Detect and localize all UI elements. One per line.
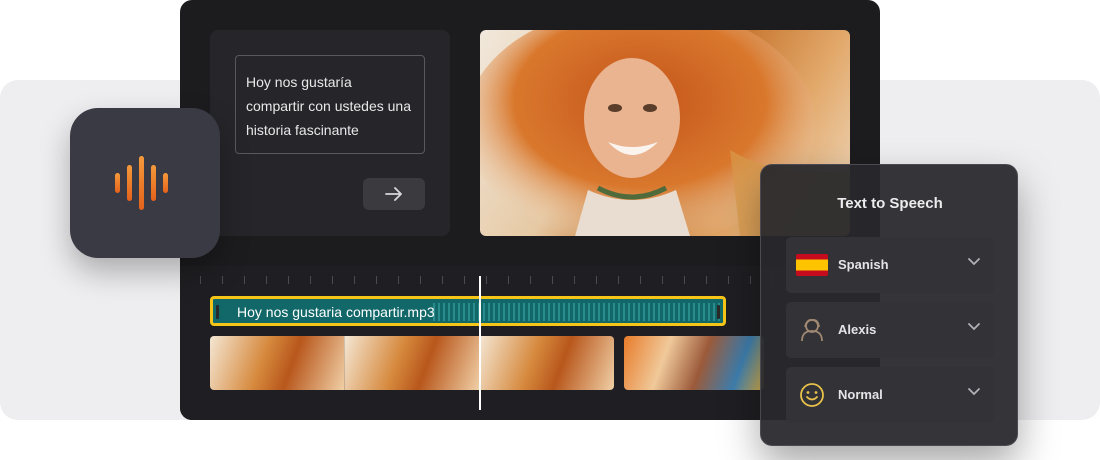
language-value: Spanish [838,257,889,272]
video-clip-2[interactable] [624,336,764,390]
audio-waveform [433,303,723,321]
text-to-speech-panel: Text to Speech Spanish Alexis Normal [760,164,1018,446]
sound-wave-icon [115,156,168,210]
audio-clip-right-handle[interactable] [717,305,720,319]
hero-stage: Hoy nos gustaría compartir con ustedes u… [0,0,1100,460]
language-select[interactable]: Spanish [786,237,994,293]
next-button[interactable] [363,178,425,210]
video-thumbnail [624,336,764,390]
panel-title: Text to Speech [837,195,943,212]
voice-select[interactable]: Alexis [786,302,994,358]
app-logo [70,108,220,258]
style-value: Normal [838,387,883,402]
script-text-input[interactable]: Hoy nos gustaría compartir con ustedes u… [235,55,425,154]
spain-flag-icon [796,251,828,279]
audio-clip-left-handle[interactable] [216,305,219,319]
video-clip-1[interactable] [210,336,614,390]
audio-clip-label: Hoy nos gustaria compartir.mp3 [237,304,435,320]
chevron-down-icon [968,323,980,331]
script-card: Hoy nos gustaría compartir con ustedes u… [210,30,450,236]
chevron-down-icon [968,258,980,266]
arrow-right-icon [385,187,402,201]
audio-clip[interactable]: Hoy nos gustaria compartir.mp3 [210,296,726,326]
playhead[interactable] [479,276,481,410]
video-thumbnail [345,336,480,390]
video-thumbnail [480,336,614,390]
voice-value: Alexis [838,322,877,337]
avatar-icon [796,316,828,344]
chevron-down-icon [968,388,980,396]
smile-icon [796,381,828,409]
video-thumbnail [210,336,345,390]
style-select[interactable]: Normal [786,367,994,423]
